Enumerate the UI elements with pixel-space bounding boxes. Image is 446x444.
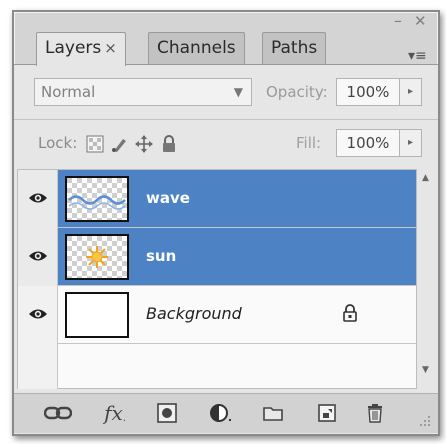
- layers-list: wave sun Background: [17, 169, 417, 389]
- collapse-panel-button[interactable]: –: [394, 13, 402, 29]
- layer-name[interactable]: wave: [146, 170, 190, 226]
- visibility-toggle[interactable]: [18, 286, 58, 344]
- blend-mode-value: Normal: [41, 83, 96, 101]
- resize-grip-icon[interactable]: [418, 414, 432, 428]
- lock-label: Lock:: [38, 134, 78, 152]
- visibility-toggle[interactable]: [18, 170, 58, 228]
- scroll-up-icon[interactable]: ▲: [422, 173, 429, 183]
- fill-input[interactable]: 100%: [336, 129, 400, 157]
- adjustment-layer-icon[interactable]: [206, 400, 236, 426]
- lock-all-icon[interactable]: [160, 135, 178, 153]
- layers-toolbar: fx.: [14, 393, 438, 433]
- opacity-slider-button[interactable]: ▸: [400, 78, 422, 106]
- add-mask-icon[interactable]: [154, 400, 180, 426]
- layer-name[interactable]: Background: [146, 286, 242, 342]
- scroll-down-icon[interactable]: ▼: [422, 365, 429, 375]
- opacity-label: Opacity:: [266, 83, 328, 101]
- link-layers-icon[interactable]: [42, 400, 74, 426]
- layers-tab-body: Normal ▼ Opacity: 100% ▸ Lock: Fill: 100…: [14, 64, 438, 434]
- layer-name[interactable]: sun: [146, 228, 176, 284]
- divider: [14, 119, 438, 120]
- tab-paths-label: Paths: [271, 38, 318, 58]
- tab-layers[interactable]: Layers ×: [36, 32, 126, 66]
- layers-scrollbar[interactable]: ▲ ▼: [418, 169, 436, 389]
- chevron-down-icon: ▼: [233, 85, 243, 99]
- layer-style-fx-icon[interactable]: fx.: [96, 400, 134, 426]
- tab-paths[interactable]: Paths: [262, 32, 327, 64]
- delete-layer-icon[interactable]: [362, 400, 388, 426]
- new-group-icon[interactable]: [260, 400, 286, 426]
- lock-transparent-pixels-icon[interactable]: [86, 135, 104, 153]
- eye-icon: [29, 251, 47, 261]
- lock-position-icon[interactable]: [135, 135, 153, 153]
- empty-layer-area: [18, 344, 58, 389]
- fill-label: Fill:: [296, 134, 322, 152]
- close-tab-icon[interactable]: ×: [104, 39, 117, 57]
- layer-row-wave[interactable]: wave: [18, 170, 416, 228]
- panel-menu-icon[interactable]: ▾≡: [408, 49, 427, 63]
- wave-thumbnail: [65, 176, 129, 222]
- tab-channels-label: Channels: [157, 38, 236, 58]
- lock-icon: [343, 304, 357, 322]
- lock-image-pixels-icon[interactable]: [111, 135, 129, 153]
- tab-channels[interactable]: Channels: [148, 32, 245, 64]
- new-layer-icon[interactable]: [314, 400, 340, 426]
- blend-mode-select[interactable]: Normal ▼: [34, 78, 252, 106]
- eye-icon: [29, 193, 47, 203]
- eye-icon: [29, 309, 47, 319]
- fill-slider-button[interactable]: ▸: [400, 129, 422, 157]
- opacity-input[interactable]: 100%: [336, 78, 400, 106]
- close-panel-button[interactable]: ✕: [414, 14, 427, 29]
- layer-row-background[interactable]: Background: [18, 286, 416, 344]
- white-thumbnail: [65, 292, 129, 338]
- sun-thumbnail: [65, 234, 129, 280]
- layers-panel: – ✕ Layers × Channels Paths ▾≡ Normal ▼ O…: [12, 10, 440, 436]
- fx-label: fx: [104, 401, 123, 425]
- visibility-toggle[interactable]: [18, 228, 58, 286]
- layer-row-sun[interactable]: sun: [18, 228, 416, 286]
- tab-layers-label: Layers: [45, 38, 102, 58]
